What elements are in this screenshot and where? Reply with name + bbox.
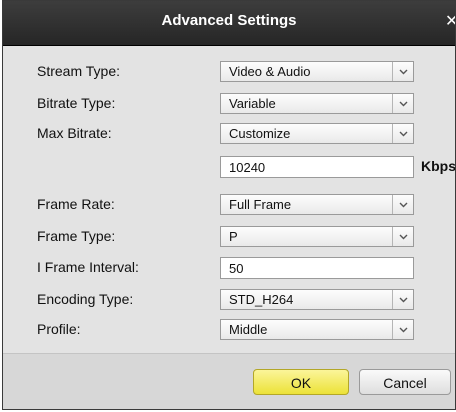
frame-type-value: P [229, 229, 238, 244]
stream-type-select[interactable]: Video & Audio [220, 61, 414, 82]
cancel-button[interactable]: Cancel [359, 369, 451, 395]
title-bar: Advanced Settings ✕ [3, 1, 455, 46]
encoding-type-value: STD_H264 [229, 292, 294, 307]
bitrate-type-select[interactable]: Variable [220, 93, 414, 114]
chevron-down-icon[interactable] [392, 124, 413, 143]
encoding-type-label: Encoding Type: [37, 291, 134, 307]
custom-bitrate-input[interactable] [220, 156, 414, 178]
frame-type-select[interactable]: P [220, 226, 414, 247]
frame-rate-label: Frame Rate: [37, 196, 115, 212]
bitrate-type-value: Variable [229, 96, 276, 111]
max-bitrate-select[interactable]: Customize [220, 123, 414, 144]
chevron-down-icon[interactable] [392, 290, 413, 309]
i-frame-interval-label: I Frame Interval: [37, 259, 139, 275]
frame-type-label: Frame Type: [37, 228, 116, 244]
i-frame-interval-input[interactable] [220, 257, 414, 279]
stream-type-value: Video & Audio [229, 64, 311, 79]
bitrate-unit-label: Kbps [421, 158, 456, 174]
close-icon[interactable]: ✕ [445, 11, 455, 33]
max-bitrate-value: Customize [229, 126, 291, 141]
advanced-settings-dialog: Advanced Settings ✕ Stream Type: Video &… [2, 0, 456, 410]
chevron-down-icon[interactable] [392, 94, 413, 113]
frame-rate-select[interactable]: Full Frame [220, 194, 414, 215]
chevron-down-icon[interactable] [392, 195, 413, 214]
profile-label: Profile: [37, 321, 81, 337]
max-bitrate-label: Max Bitrate: [37, 125, 112, 141]
bitrate-type-label: Bitrate Type: [37, 95, 116, 111]
profile-value: Middle [229, 322, 268, 337]
chevron-down-icon[interactable] [392, 227, 413, 246]
chevron-down-icon[interactable] [392, 62, 413, 81]
ok-button[interactable]: OK [253, 369, 349, 395]
stream-type-label: Stream Type: [37, 63, 121, 79]
frame-rate-value: Full Frame [229, 197, 292, 212]
encoding-type-select[interactable]: STD_H264 [220, 289, 414, 310]
profile-select[interactable]: Middle [220, 319, 414, 340]
dialog-footer: OK Cancel [3, 353, 455, 409]
dialog-title: Advanced Settings [161, 12, 297, 29]
chevron-down-icon[interactable] [392, 320, 413, 339]
